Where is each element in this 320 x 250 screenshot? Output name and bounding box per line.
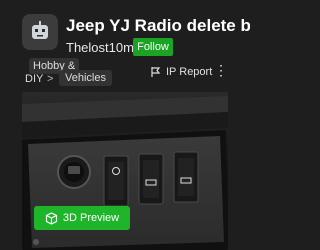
cube-icon bbox=[45, 211, 57, 225]
model-title[interactable]: Jeep YJ Radio delete bla… bbox=[66, 16, 250, 36]
report-label: IP Report bbox=[166, 66, 213, 78]
breadcrumb-item-vehicles[interactable]: Vehicles bbox=[59, 70, 112, 86]
report-button[interactable]: IP Report bbox=[150, 66, 212, 78]
breadcrumb-item-diy[interactable]: DIY bbox=[21, 71, 47, 87]
model-avatar[interactable] bbox=[22, 14, 58, 50]
3d-preview-button[interactable]: 3D Preview bbox=[34, 206, 130, 230]
breadcrumb: Hobby & DIY > Vehicles bbox=[21, 58, 121, 88]
robot-avatar-icon bbox=[32, 21, 48, 39]
model-header: Jeep YJ Radio delete bla… Thelost10mm Fo… bbox=[0, 0, 250, 92]
follow-button[interactable]: Follow bbox=[133, 38, 173, 56]
breadcrumb-separator: > bbox=[47, 73, 54, 85]
3d-preview-label: 3D Preview bbox=[62, 212, 120, 224]
more-vertical-icon[interactable]: ⋮ bbox=[214, 63, 228, 77]
flag-icon bbox=[151, 67, 161, 77]
